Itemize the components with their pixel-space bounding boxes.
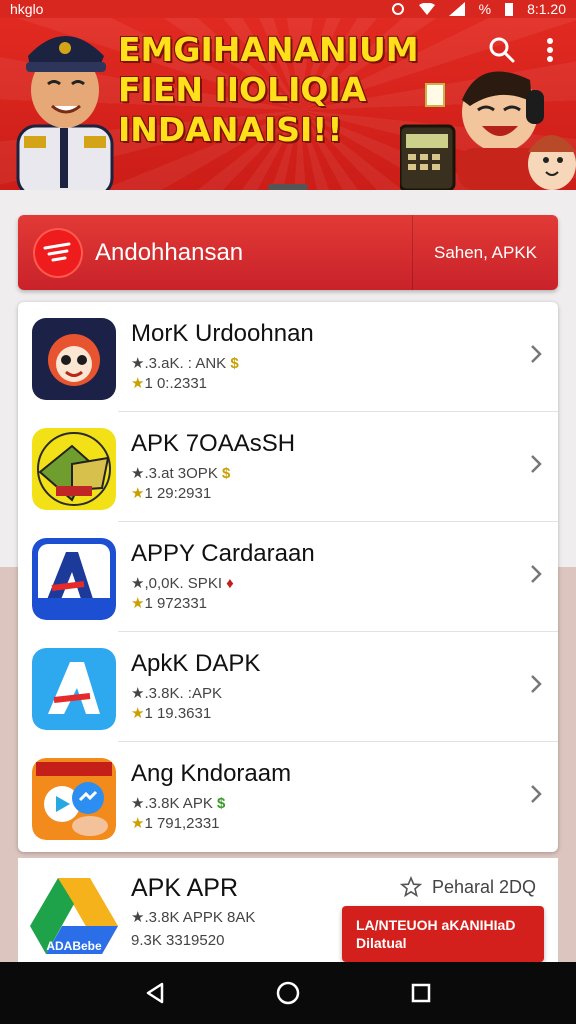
badge-icon: $ <box>217 795 226 812</box>
app-rating-text: ★,0,0K. SPKI <box>131 575 222 592</box>
recents-icon[interactable] <box>410 982 432 1004</box>
chevron-right-icon[interactable] <box>530 784 542 804</box>
app-downloads-text: 1 0:.2331 <box>144 375 208 392</box>
list-item[interactable]: MorK Urdoohnan ★.3.aK. : ANK $ ★1 0:.233… <box>18 302 558 412</box>
star-icon: ★ <box>131 705 145 722</box>
star-icon: ★ <box>131 595 145 612</box>
app-rating: ★,0,0K. SPKI ♦ <box>131 574 234 592</box>
app-rating: ★.3.8K APPK 8AK <box>131 908 255 926</box>
app-rating: ★.3.aK. : ANK $ <box>131 354 239 372</box>
app-downloads: ★1 29:2931 <box>131 484 211 502</box>
promo-toast-line-1: LA/NTEUOH aKANIHIaD <box>356 917 516 933</box>
badge-icon: $ <box>230 355 239 372</box>
banner-title-line-3: INDANAISI!! <box>118 110 343 149</box>
app-name: MorK Urdoohnan <box>131 320 314 347</box>
banner-title: EMGIHANANIUM FIEN IIOLIQIA INDANAISI!! <box>118 30 428 150</box>
banner-title-line-1: EMGIHANANIUM <box>118 30 419 69</box>
status-carrier: hkglo <box>10 1 44 17</box>
app-downloads: ★1 0:.2331 <box>131 374 207 392</box>
letter-a-blue-app-icon <box>32 648 116 730</box>
chevron-right-icon[interactable] <box>530 344 542 364</box>
app-downloads-text: 1 19.3631 <box>144 705 212 722</box>
letter-a-app-icon <box>32 538 116 620</box>
app-downloads-text: 1 29:2931 <box>144 485 212 502</box>
status-time: 8:1.20 <box>527 1 566 17</box>
system-nav-bar <box>0 962 576 1024</box>
alarm-icon <box>391 3 404 15</box>
app-logo-icon <box>33 227 83 278</box>
app-downloads-text: 1 972331 <box>144 595 208 612</box>
status-bar: hkglo % 8:1.20 <box>0 0 576 18</box>
app-name: ApkK DAPK <box>131 650 261 677</box>
app-rating-text: ★.3.8K. :APK <box>131 685 222 702</box>
chevron-right-icon[interactable] <box>530 454 542 474</box>
drive-icon-label: ADABebe <box>46 939 102 953</box>
home-icon[interactable] <box>275 980 301 1006</box>
app-name: APPY Cardaraan <box>131 540 315 567</box>
download-bar[interactable]: Andohhansan Sahen, APKK <box>18 215 558 290</box>
app-downloads-text: 1 791,2331 <box>144 815 220 832</box>
app-downloads: ★1 791,2331 <box>131 814 220 832</box>
battery-icon <box>505 3 514 16</box>
app-rating-text: ★.3.aK. : ANK <box>131 355 227 372</box>
app-downloads: ★1 972331 <box>131 594 207 612</box>
list-item[interactable]: APK 7OAAsSH ★.3.at 3OPK $ ★1 29:2931 <box>18 412 558 522</box>
app-extra-text: Peharal 2DQ <box>431 876 536 897</box>
app-rating-text: ★.3.8K APPK 8AK <box>131 909 256 926</box>
download-bar-title: Andohhansan <box>95 238 244 266</box>
signal-icon <box>448 2 465 16</box>
map-app-icon <box>32 428 116 510</box>
merchant-mascot-illustration <box>400 71 576 190</box>
back-icon[interactable] <box>144 981 166 1005</box>
battery-percent: % <box>478 1 492 17</box>
star-outline-icon[interactable] <box>399 876 422 898</box>
app-rating: ★.3.at 3OPK $ <box>131 464 230 482</box>
app-name: APK 7OAAsSH <box>131 430 296 457</box>
header-banner: EMGIHANANIUM FIEN IIOLIQIA INDANAISI!! <box>0 0 576 190</box>
download-bar-action[interactable]: Sahen, APKK <box>413 243 558 263</box>
wifi-icon <box>418 3 435 15</box>
app-rating: ★.3.8K. :APK <box>131 684 222 702</box>
app-name: Ang Kndoraam <box>131 760 292 787</box>
app-downloads: 9.3K 3319520 <box>131 932 225 949</box>
officer-mascot-illustration <box>16 36 114 190</box>
banner-title-line-2: FIEN IIOLIQIA <box>118 70 367 109</box>
app-name: APK APR <box>131 874 238 902</box>
app-downloads: ★1 19.3631 <box>131 704 211 722</box>
app-rating-text: ★.3.at 3OPK <box>131 465 218 482</box>
drive-app-icon: ADABebe <box>30 874 118 958</box>
list-item[interactable]: Ang Kndoraam ★.3.8K APK $ ★1 791,2331 <box>18 742 558 852</box>
promo-toast-line-2: Dilatual <box>356 935 407 951</box>
promo-toast[interactable]: LA/NTEUOH aKANIHIaD Dilatual <box>342 906 544 962</box>
messenger-app-icon <box>32 758 116 840</box>
star-icon: ★ <box>131 485 145 502</box>
badge-icon: $ <box>222 465 231 482</box>
app-extra-info: Peharal 2DQ <box>399 876 536 898</box>
gift-icon: ♦ <box>226 575 234 592</box>
list-item[interactable]: ApkK DAPK ★.3.8K. :APK ★1 19.3631 <box>18 632 558 742</box>
star-icon: ★ <box>131 375 145 392</box>
chevron-right-icon[interactable] <box>530 674 542 694</box>
chevron-right-icon[interactable] <box>530 564 542 584</box>
app-rating-text: ★.3.8K APK <box>131 795 213 812</box>
app-list: MorK Urdoohnan ★.3.aK. : ANK $ ★1 0:.233… <box>18 302 558 852</box>
star-icon: ★ <box>131 815 145 832</box>
mascot-app-icon <box>32 318 116 400</box>
app-rating: ★.3.8K APK $ <box>131 794 225 812</box>
list-item[interactable]: APPY Cardaraan ★,0,0K. SPKI ♦ ★1 972331 <box>18 522 558 632</box>
